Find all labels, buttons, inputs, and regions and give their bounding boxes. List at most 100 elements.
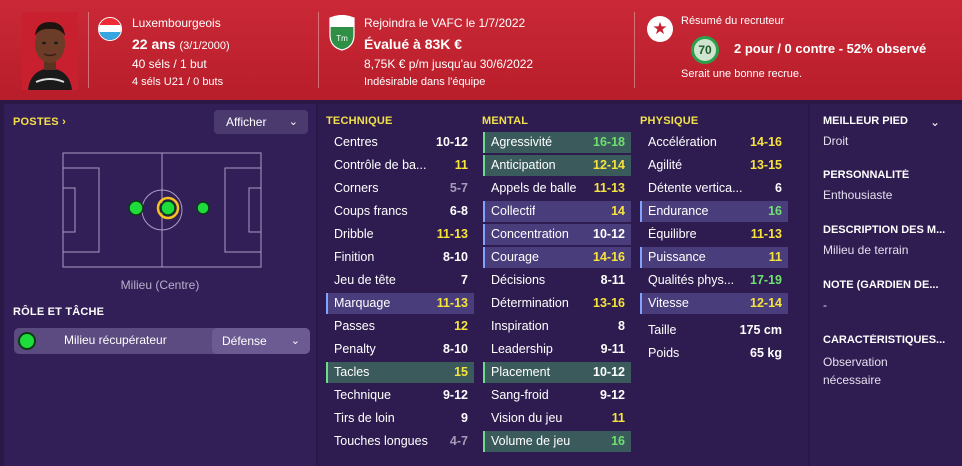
- attribute-name: Équilibre: [648, 227, 697, 241]
- attribute-row[interactable]: Accélération 14-16: [640, 132, 788, 153]
- attribute-row[interactable]: Centres 10-12: [326, 132, 474, 153]
- attribute-name: Coups francs: [334, 204, 408, 218]
- attribute-row[interactable]: Anticipation 12-14: [483, 155, 631, 176]
- attribute-row[interactable]: Collectif 14: [483, 201, 631, 222]
- attribute-value: 8-11: [600, 273, 625, 287]
- attribute-row[interactable]: Dribble 11-13: [326, 224, 474, 245]
- attribute-value: 10-12: [436, 135, 468, 149]
- attribute-name: Dribble: [334, 227, 374, 241]
- duty-dropdown[interactable]: Défense ⌄: [212, 328, 310, 354]
- attribute-name: Tirs de loin: [334, 411, 395, 425]
- attribute-value: 13-15: [750, 158, 782, 172]
- attribute-name: Sang-froid: [491, 388, 549, 402]
- attribute-row[interactable]: Corners 5-7: [326, 178, 474, 199]
- positions-link[interactable]: POSTES ›: [13, 116, 66, 128]
- attribute-row[interactable]: Technique 9-12: [326, 385, 474, 406]
- transfer-info: Rejoindra le VAFC le 1/7/2022: [364, 16, 526, 30]
- attribute-name: Appels de balle: [491, 181, 577, 195]
- chevron-right-icon: ›: [62, 116, 66, 128]
- chevron-down-icon[interactable]: ⌄: [930, 115, 940, 129]
- attribute-row[interactable]: Détermination 13-16: [483, 293, 631, 314]
- attribute-row[interactable]: Agilité 13-15: [640, 155, 788, 176]
- luxembourg-flag-icon: [98, 17, 122, 41]
- attribute-row[interactable]: Coups francs 6-8: [326, 201, 474, 222]
- show-dropdown[interactable]: Afficher ⌄: [214, 110, 308, 134]
- player-value: Évalué à 83K €: [364, 36, 463, 52]
- pitch-diagram: [62, 152, 262, 268]
- attribute-value: 6-8: [449, 204, 468, 218]
- attribute-row[interactable]: Puissance 11: [640, 247, 788, 268]
- traits-value-1: Observation: [823, 355, 888, 369]
- attribute-name: Accélération: [648, 135, 717, 149]
- weight-label: Poids: [648, 346, 680, 360]
- attribute-row[interactable]: Courage 14-16: [483, 247, 631, 268]
- attribute-value: 11: [454, 158, 468, 172]
- attribute-row[interactable]: Jeu de tête 7: [326, 270, 474, 291]
- attribute-row[interactable]: Décisions 8-11: [483, 270, 631, 291]
- attribute-row[interactable]: Concentration 10-12: [483, 224, 631, 245]
- attribute-value: 6: [775, 181, 782, 195]
- club-badge-icon: Tm: [329, 15, 355, 51]
- attribute-value: 12-14: [750, 296, 782, 310]
- attribute-row[interactable]: Vision du jeu 11: [483, 408, 631, 429]
- attribute-row[interactable]: Finition 8-10: [326, 247, 474, 268]
- attribute-name: Corners: [334, 181, 379, 195]
- role-selector[interactable]: Milieu récupérateur Défense ⌄: [14, 328, 310, 354]
- attribute-row[interactable]: Touches longues 4-7: [326, 431, 474, 452]
- attribute-row[interactable]: Équilibre 11-13: [640, 224, 788, 245]
- attribute-row[interactable]: Détente vertica... 6: [640, 178, 788, 199]
- attribute-row[interactable]: Placement 10-12: [483, 362, 631, 383]
- weight-value: 65 kg: [750, 346, 782, 360]
- player-age: 22 ans (3/1/2000): [132, 36, 230, 52]
- attribute-value: 12-14: [593, 158, 625, 172]
- nationality: Luxembourgeois: [132, 16, 221, 30]
- attribute-row[interactable]: Marquage 11-13: [326, 293, 474, 314]
- svg-text:Tm: Tm: [336, 34, 348, 43]
- age-value: 22 ans: [132, 36, 176, 52]
- traits-value-2: nécessaire: [823, 373, 882, 387]
- attribute-value: 11-13: [750, 227, 782, 241]
- attribute-value: 11: [768, 250, 782, 264]
- attribute-name: Qualités phys...: [648, 273, 735, 287]
- attribute-row[interactable]: Tirs de loin 9: [326, 408, 474, 429]
- international-caps: 40 séls / 1 but: [132, 57, 207, 71]
- personality-label: PERSONNALITÉ: [823, 169, 910, 181]
- best-foot-value: Droit: [823, 134, 849, 148]
- header-divider: [88, 12, 89, 88]
- attribute-name: Jeu de tête: [334, 273, 396, 287]
- role-title: RÔLE ET TÂCHE: [13, 306, 105, 318]
- attribute-row[interactable]: Endurance 16: [640, 201, 788, 222]
- attribute-row[interactable]: Inspiration 8: [483, 316, 631, 337]
- scout-rating: 70: [691, 36, 719, 64]
- attribute-value: 7: [461, 273, 468, 287]
- attribute-row[interactable]: Vitesse 12-14: [640, 293, 788, 314]
- attribute-name: Placement: [491, 365, 551, 379]
- attribute-name: Agilité: [648, 158, 683, 172]
- attribute-value: 14: [611, 204, 625, 218]
- player-header: Luxembourgeois 22 ans (3/1/2000) 40 séls…: [0, 0, 962, 100]
- weight-row: Poids 65 kg: [640, 343, 788, 364]
- attribute-row[interactable]: Volume de jeu 16: [483, 431, 631, 452]
- attribute-name: Vision du jeu: [491, 411, 563, 425]
- attribute-name: Inspiration: [491, 319, 549, 333]
- attribute-row[interactable]: Penalty 8-10: [326, 339, 474, 360]
- attribute-value: 17-19: [750, 273, 782, 287]
- description-label: DESCRIPTION DES M...: [823, 224, 946, 236]
- attribute-row[interactable]: Passes 12: [326, 316, 474, 337]
- attribute-row[interactable]: Appels de balle 11-13: [483, 178, 631, 199]
- attribute-row[interactable]: Sang-froid 9-12: [483, 385, 631, 406]
- attribute-row[interactable]: Qualités phys... 17-19: [640, 270, 788, 291]
- attribute-row[interactable]: Agressivité 16-18: [483, 132, 631, 153]
- show-dropdown-label: Afficher: [226, 115, 267, 129]
- physical-title: PHYSIQUE: [640, 115, 699, 127]
- position-label: Milieu (Centre): [120, 278, 200, 292]
- attribute-name: Marquage: [334, 296, 391, 310]
- header-divider: [318, 12, 319, 88]
- attribute-name: Centres: [334, 135, 378, 149]
- position-dot-dm: [128, 200, 144, 216]
- attribute-row[interactable]: Tacles 15: [326, 362, 474, 383]
- attribute-row[interactable]: Contrôle de ba... 11: [326, 155, 474, 176]
- u21-caps: 4 séls U21 / 0 buts: [132, 76, 224, 88]
- attribute-row[interactable]: Leadership 9-11: [483, 339, 631, 360]
- attribute-name: Contrôle de ba...: [334, 158, 427, 172]
